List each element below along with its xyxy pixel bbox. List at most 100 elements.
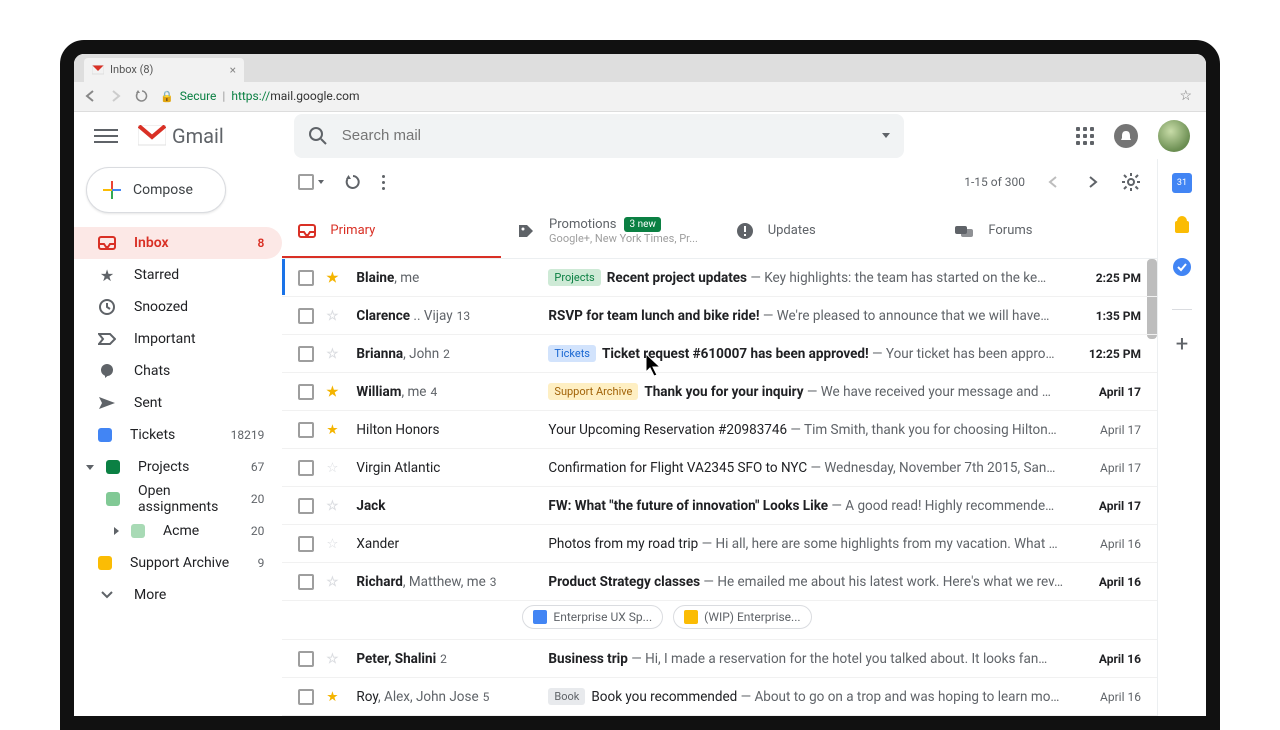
compose-button[interactable]: Compose (86, 167, 226, 213)
refresh-button[interactable] (344, 173, 362, 191)
menu-icon[interactable] (94, 124, 118, 148)
row-tag[interactable]: Book (548, 688, 585, 705)
row-checkbox[interactable] (298, 651, 314, 667)
apps-icon[interactable] (1076, 127, 1094, 145)
browser-tab[interactable]: Inbox (8) × (84, 58, 244, 82)
snippet: — He emailed me about his latest work. H… (700, 574, 1063, 590)
row-checkbox[interactable] (298, 460, 314, 476)
attachment-chip[interactable]: (WIP) Enterprise... (673, 605, 811, 629)
address-row: 🔒 Secure | https://mail.google.com ☆ (74, 82, 1206, 111)
row-checkbox[interactable] (298, 498, 314, 514)
row-checkbox[interactable] (298, 270, 314, 286)
sidebar-item-important[interactable]: Important (74, 323, 282, 355)
prev-page-button[interactable] (1041, 170, 1065, 194)
get-addons-button[interactable]: + (1176, 332, 1188, 357)
tablet-frame: Inbox (8) × 🔒 Secure | https://mail.goog… (60, 40, 1220, 730)
back-button[interactable] (82, 89, 98, 103)
expand-caret-icon[interactable] (114, 527, 119, 535)
side-panel: 31 + (1157, 159, 1206, 716)
row-checkbox[interactable] (298, 384, 314, 400)
row-checkbox[interactable] (298, 422, 314, 438)
star-icon[interactable]: ☆ (326, 651, 344, 667)
sidebar-item-support-archive[interactable]: Support Archive9 (74, 547, 282, 579)
star-icon[interactable]: ☆ (326, 346, 344, 362)
tab-forums[interactable]: Forums (938, 205, 1157, 258)
reload-button[interactable] (134, 89, 150, 103)
gmail-logo[interactable]: Gmail (138, 124, 224, 148)
more-button[interactable] (382, 175, 385, 190)
date: April 16 (1075, 575, 1141, 589)
row-checkbox[interactable] (298, 308, 314, 324)
main-pane: 1-15 of 300 PrimaryPromotions3 newGoogle… (282, 159, 1157, 716)
tab-primary[interactable]: Primary (282, 205, 501, 258)
sidebar-item-starred[interactable]: ★Starred (74, 259, 282, 291)
forward-button[interactable] (108, 89, 124, 103)
sidebar-item-tickets[interactable]: Tickets18219 (74, 419, 282, 451)
star-icon[interactable]: ★ (326, 689, 344, 705)
row-content: ProjectsRecent project updates — Key hig… (548, 269, 1063, 286)
star-icon[interactable]: ☆ (326, 498, 344, 514)
expand-caret-icon[interactable] (86, 465, 94, 470)
row-checkbox[interactable] (298, 346, 314, 362)
mail-row[interactable]: ☆Brianna, John2TicketsTicket request #61… (282, 335, 1157, 373)
row-tag[interactable]: Projects (548, 269, 600, 286)
select-all-checkbox[interactable] (298, 174, 314, 190)
star-icon[interactable]: ☆ (326, 460, 344, 476)
tab-promotions[interactable]: Promotions3 newGoogle+, New York Times, … (501, 205, 720, 258)
next-page-button[interactable] (1081, 170, 1105, 194)
mail-row[interactable]: ★Roy, Alex, John Jose5BookBook you recom… (282, 678, 1157, 716)
star-icon[interactable]: ☆ (326, 536, 344, 552)
sidebar-item-snoozed[interactable]: Snoozed (74, 291, 282, 323)
notifications-icon[interactable] (1114, 124, 1138, 148)
nav-count: 9 (258, 556, 265, 570)
star-icon[interactable]: ★ (326, 384, 344, 400)
row-tag[interactable]: Support Archive (548, 383, 638, 400)
primary-icon (298, 224, 316, 238)
attachment-chip[interactable]: Enterprise UX Sp... (522, 605, 663, 629)
sidebar-item-chats[interactable]: Chats (74, 355, 282, 387)
close-tab-icon[interactable]: × (230, 63, 236, 77)
row-checkbox[interactable] (298, 574, 314, 590)
row-checkbox[interactable] (298, 536, 314, 552)
row-checkbox[interactable] (298, 689, 314, 705)
unread-indicator (282, 259, 285, 295)
search-input[interactable] (342, 127, 868, 144)
row-content: TicketsTicket request #610007 has been a… (548, 345, 1063, 362)
mail-row[interactable]: ☆Peter, Shalini2Business trip — Hi, I ma… (282, 640, 1157, 678)
star-icon[interactable]: ★ (326, 422, 344, 438)
search-icon[interactable] (308, 126, 328, 146)
gmail-app: Gmail Compose Inbox8★StarredSnoozedImpor… (74, 112, 1206, 716)
search-options-icon[interactable] (882, 133, 890, 138)
mail-row[interactable]: ☆XanderPhotos from my road trip — Hi all… (282, 525, 1157, 563)
keep-addon-icon[interactable] (1172, 215, 1192, 235)
mail-row[interactable]: ★William, me4Support ArchiveThank you fo… (282, 373, 1157, 411)
calendar-addon-icon[interactable]: 31 (1172, 173, 1192, 193)
sidebar-item-projects[interactable]: Projects67 (74, 451, 282, 483)
rail-divider (1172, 309, 1192, 310)
mail-row[interactable]: ★Blaine, meProjectsRecent project update… (282, 259, 1157, 297)
sidebar-item-acme[interactable]: Acme20 (74, 515, 282, 547)
sidebar-item-open-assignments[interactable]: Open assignments20 (74, 483, 282, 515)
mail-row[interactable]: ☆JackFW: What "the future of innovation"… (282, 487, 1157, 525)
mail-row[interactable]: ☆Clarence .. Vijay13RSVP for team lunch … (282, 297, 1157, 335)
sidebar-item-inbox[interactable]: Inbox8 (74, 227, 282, 259)
star-icon[interactable]: ☆ (326, 574, 344, 590)
mail-row[interactable]: ★Hilton HonorsYour Upcoming Reservation … (282, 411, 1157, 449)
select-menu-caret[interactable] (318, 180, 324, 184)
sidebar-item-sent[interactable]: Sent (74, 387, 282, 419)
star-icon[interactable]: ★ (326, 270, 344, 286)
row-tag[interactable]: Tickets (548, 345, 596, 362)
url-https: https:// (231, 89, 270, 103)
mail-row[interactable]: ☆Virgin AtlanticConfirmation for Flight … (282, 449, 1157, 487)
mail-row[interactable]: ☆Richard, Matthew, me3Product Strategy c… (282, 563, 1157, 601)
star-icon[interactable]: ☆ (326, 308, 344, 324)
settings-button[interactable] (1121, 172, 1141, 192)
account-avatar[interactable] (1158, 120, 1190, 152)
bookmark-star-icon[interactable]: ☆ (1179, 88, 1192, 104)
search-bar[interactable] (294, 114, 904, 158)
address-bar[interactable]: 🔒 Secure | https://mail.google.com (160, 89, 1169, 103)
sidebar-item-more[interactable]: More (74, 579, 282, 611)
tab-updates[interactable]: Updates (720, 205, 939, 258)
tab-title: Inbox (8) (110, 63, 153, 76)
tasks-addon-icon[interactable] (1172, 257, 1192, 277)
